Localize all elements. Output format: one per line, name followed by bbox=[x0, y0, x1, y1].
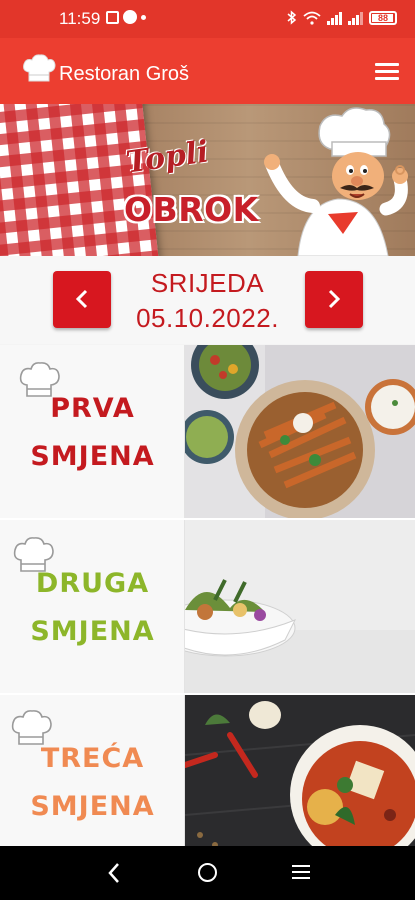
food-photo-prva bbox=[185, 345, 415, 518]
topli-obrok-banner: Topli OBROK bbox=[0, 104, 415, 256]
status-bar: 11:59 88 bbox=[0, 0, 415, 38]
back-icon[interactable] bbox=[107, 862, 121, 884]
chevron-right-icon bbox=[328, 289, 341, 309]
signal-icon-1 bbox=[327, 11, 342, 25]
recent-apps-icon[interactable] bbox=[292, 865, 310, 883]
food-photo-druga bbox=[185, 520, 415, 693]
wifi-icon bbox=[303, 11, 321, 25]
row-divider bbox=[0, 518, 415, 520]
signal-icon-2 bbox=[348, 11, 363, 25]
bluetooth-icon bbox=[287, 10, 297, 25]
shift-title: TREĆA bbox=[40, 743, 145, 774]
notification-icons bbox=[106, 10, 146, 24]
tablecloth-image bbox=[0, 104, 159, 256]
shift-subtitle: SMJENA bbox=[30, 791, 155, 822]
home-icon[interactable] bbox=[198, 863, 217, 882]
menu-icon[interactable] bbox=[375, 63, 399, 81]
system-icons: 88 bbox=[287, 10, 397, 25]
shift-title: PRVA bbox=[50, 393, 135, 424]
shift-card-prva[interactable]: PRVA SMJENA bbox=[0, 345, 415, 518]
battery-icon: 88 bbox=[369, 10, 397, 25]
status-time: 11:59 bbox=[59, 9, 101, 28]
shift-card-treca[interactable]: TREĆA SMJENA bbox=[0, 695, 415, 868]
shift-label-panel: DRUGA SMJENA bbox=[0, 520, 185, 693]
battery-level: 88 bbox=[377, 12, 388, 23]
chef-hat-logo-icon bbox=[23, 54, 56, 82]
shift-label-panel: TREĆA SMJENA bbox=[0, 695, 185, 868]
next-day-button[interactable] bbox=[305, 271, 363, 328]
shift-label-panel: PRVA SMJENA bbox=[0, 345, 185, 518]
shift-subtitle: SMJENA bbox=[30, 441, 155, 472]
gallery-notification-icon bbox=[106, 10, 119, 24]
food-photo-treca bbox=[185, 695, 415, 868]
messenger-icon bbox=[123, 10, 137, 24]
row-divider bbox=[0, 693, 415, 695]
shift-subtitle: SMJENA bbox=[30, 616, 155, 647]
banner-title-line2: OBROK bbox=[124, 190, 259, 229]
system-navigation-bar bbox=[0, 846, 415, 900]
shift-title: DRUGA bbox=[35, 568, 150, 599]
app-title: Restoran Groš bbox=[59, 63, 190, 85]
shift-card-druga[interactable]: DRUGA SMJENA bbox=[0, 520, 415, 693]
chef-illustration bbox=[264, 107, 408, 256]
day-selector: SRIJEDA 05.10.2022. bbox=[0, 256, 415, 344]
app-bar: Restoran Groš bbox=[0, 38, 415, 104]
more-notifications-icon bbox=[141, 14, 146, 20]
